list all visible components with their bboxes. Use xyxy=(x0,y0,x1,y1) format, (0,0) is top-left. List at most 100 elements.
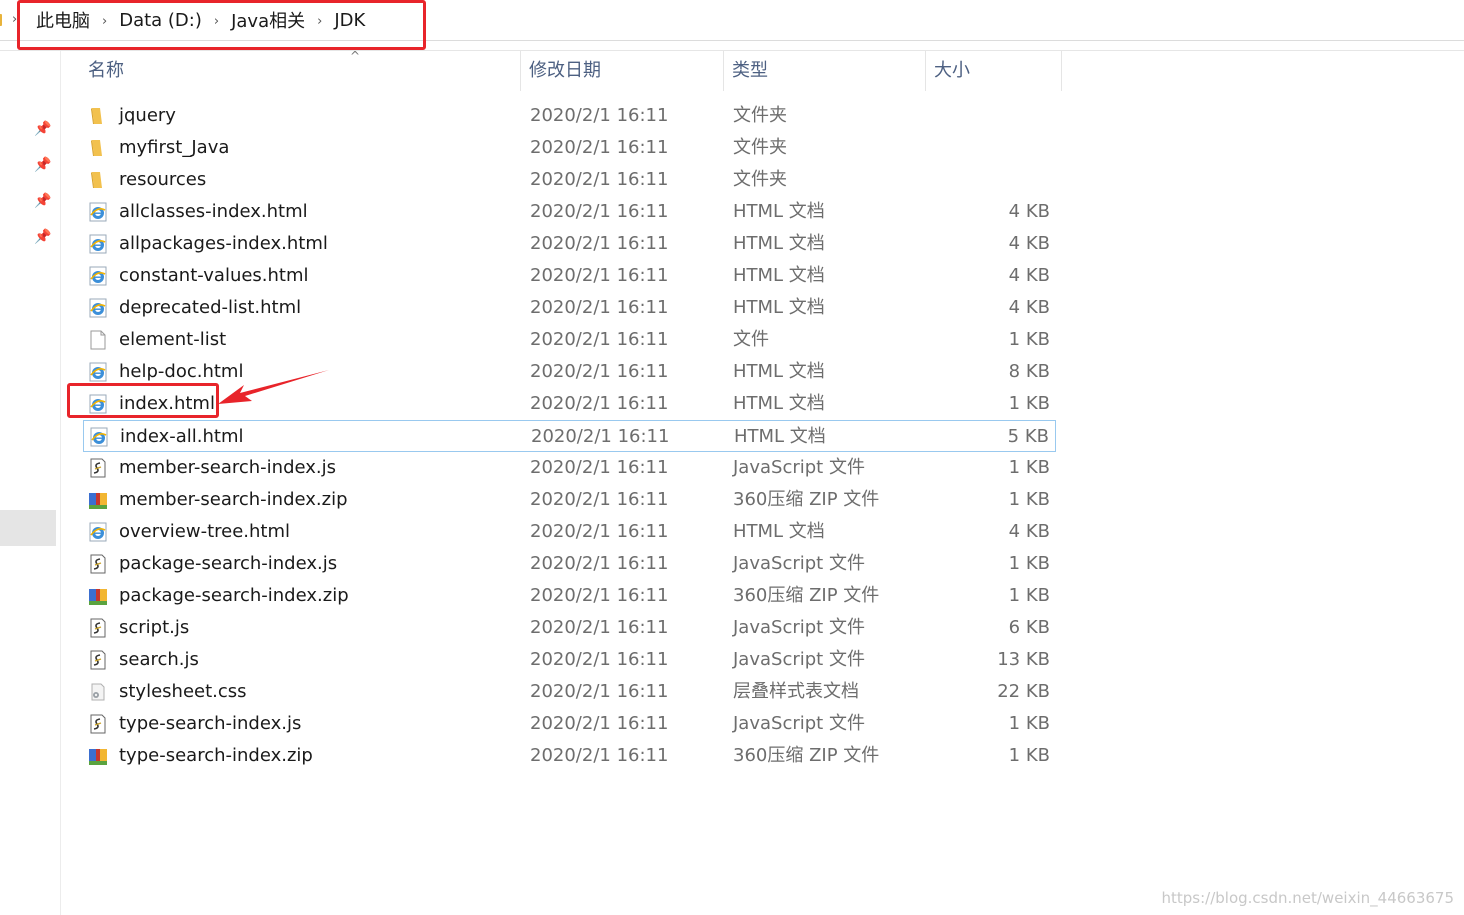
zip-file-icon xyxy=(88,586,108,606)
file-type: HTML 文档 xyxy=(733,265,825,286)
html-file-icon xyxy=(88,362,108,382)
file-name: script.js xyxy=(119,617,190,638)
html-file-icon xyxy=(89,427,109,447)
file-row[interactable]: allclasses-index.html 2020/2/1 16:11 HTML … xyxy=(83,196,1056,228)
file-name: type-search-index.zip xyxy=(119,745,313,766)
html-file-icon xyxy=(88,266,108,286)
file-modified-date: 2020/2/1 16:11 xyxy=(530,105,669,126)
file-name: member-search-index.zip xyxy=(119,489,348,510)
file-row[interactable]: resources 2020/2/1 16:11 文件夹 xyxy=(83,164,1056,196)
file-row[interactable]: index.html 2020/2/1 16:11 HTML 文档 1 KB xyxy=(83,388,1056,420)
file-size: 4 KB xyxy=(1008,265,1050,286)
navigation-pane[interactable]: 📌 📌 📌 📌 xyxy=(0,51,61,915)
file-modified-date: 2020/2/1 16:11 xyxy=(530,201,669,222)
file-type: HTML 文档 xyxy=(733,393,825,414)
file-type: JavaScript 文件 xyxy=(733,713,865,734)
file-row[interactable]: member-search-index.zip 2020/2/1 16:11 360… xyxy=(83,484,1056,516)
file-row[interactable]: help-doc.html 2020/2/1 16:11 HTML 文档 8 KB xyxy=(83,356,1056,388)
file-type: HTML 文档 xyxy=(734,426,826,447)
html-file-icon xyxy=(88,394,108,414)
file-size: 22 KB xyxy=(997,681,1050,702)
breadcrumb-item-this-pc[interactable]: 此电脑 xyxy=(32,7,94,33)
column-header-name[interactable]: 名称 xyxy=(80,51,521,91)
pin-icon[interactable]: 📌 xyxy=(34,157,52,175)
file-row[interactable]: index-all.html 2020/2/1 16:11 HTML 文档 5 KB xyxy=(83,420,1056,452)
script-file-icon xyxy=(88,650,108,670)
breadcrumb-item-drive[interactable]: Data (D:) xyxy=(115,10,206,31)
file-row[interactable]: allpackages-index.html 2020/2/1 16:11 HTML… xyxy=(83,228,1056,260)
file-modified-date: 2020/2/1 16:11 xyxy=(530,457,669,478)
file-row[interactable]: constant-values.html 2020/2/1 16:11 HTML 文… xyxy=(83,260,1056,292)
file-modified-date: 2020/2/1 16:11 xyxy=(530,329,669,350)
breadcrumb-root[interactable]: › xyxy=(0,0,18,40)
file-name: package-search-index.zip xyxy=(119,585,349,606)
file-size: 1 KB xyxy=(1008,745,1050,766)
chevron-right-icon: › xyxy=(12,12,18,27)
file-type: 360压缩 ZIP 文件 xyxy=(733,489,880,510)
file-size: 4 KB xyxy=(1008,297,1050,318)
file-name: search.js xyxy=(119,649,199,670)
file-modified-date: 2020/2/1 16:11 xyxy=(530,137,669,158)
file-size: 4 KB xyxy=(1008,201,1050,222)
file-size: 6 KB xyxy=(1008,617,1050,638)
breadcrumb-item-jdk[interactable]: JDK xyxy=(330,10,369,31)
file-modified-date: 2020/2/1 16:11 xyxy=(530,649,669,670)
file-modified-date: 2020/2/1 16:11 xyxy=(530,169,669,190)
file-type: 文件夹 xyxy=(733,105,787,126)
file-size: 13 KB xyxy=(997,649,1050,670)
pin-icon[interactable]: 📌 xyxy=(34,193,52,211)
html-file-icon xyxy=(88,202,108,222)
file-name: overview-tree.html xyxy=(119,521,291,542)
pin-icon[interactable]: 📌 xyxy=(34,229,52,247)
file-row[interactable]: stylesheet.css 2020/2/1 16:11 层叠样式表文档 22 KB xyxy=(83,676,1056,708)
file-row[interactable]: search.js 2020/2/1 16:11 JavaScript 文件 13 K… xyxy=(83,644,1056,676)
file-row[interactable]: member-search-index.js 2020/2/1 16:11 Java… xyxy=(83,452,1056,484)
file-type: JavaScript 文件 xyxy=(733,649,865,670)
file-size: 4 KB xyxy=(1008,233,1050,254)
folder-icon xyxy=(0,14,2,26)
file-name: resources xyxy=(119,169,207,190)
file-modified-date: 2020/2/1 16:11 xyxy=(530,617,669,638)
file-name: constant-values.html xyxy=(119,265,309,286)
html-file-icon xyxy=(88,522,108,542)
file-row[interactable]: overview-tree.html 2020/2/1 16:11 HTML 文档 4… xyxy=(83,516,1056,548)
chevron-right-icon[interactable]: › xyxy=(206,14,227,29)
file-modified-date: 2020/2/1 16:11 xyxy=(530,233,669,254)
file-row[interactable]: package-search-index.zip 2020/2/1 16:11 36… xyxy=(83,580,1056,612)
file-size: 1 KB xyxy=(1008,585,1050,606)
file-modified-date: 2020/2/1 16:11 xyxy=(530,297,669,318)
column-header-type[interactable]: 类型 xyxy=(724,51,926,91)
nav-selected-item[interactable] xyxy=(0,510,56,546)
file-modified-date: 2020/2/1 16:11 xyxy=(530,521,669,542)
file-row[interactable]: script.js 2020/2/1 16:11 JavaScript 文件 6 KB xyxy=(83,612,1056,644)
file-size: 1 KB xyxy=(1008,489,1050,510)
file-row[interactable]: deprecated-list.html 2020/2/1 16:11 HTML 文… xyxy=(83,292,1056,324)
column-header-size[interactable]: 大小 xyxy=(926,51,1062,91)
script-file-icon xyxy=(88,618,108,638)
address-bar[interactable]: › 此电脑 › Data (D:) › Java相关 › JDK xyxy=(0,0,1464,41)
file-type: JavaScript 文件 xyxy=(733,553,865,574)
file-name: deprecated-list.html xyxy=(119,297,302,318)
file-type: HTML 文档 xyxy=(733,233,825,254)
file-row[interactable]: jquery 2020/2/1 16:11 文件夹 xyxy=(83,100,1056,132)
file-row[interactable]: element-list 2020/2/1 16:11 文件 1 KB xyxy=(83,324,1056,356)
script-file-icon xyxy=(88,714,108,734)
file-type: JavaScript 文件 xyxy=(733,617,865,638)
file-row[interactable]: myfirst_Java 2020/2/1 16:11 文件夹 xyxy=(83,132,1056,164)
file-type: 360压缩 ZIP 文件 xyxy=(733,585,880,606)
file-size: 1 KB xyxy=(1008,329,1050,350)
breadcrumb-item-java[interactable]: Java相关 xyxy=(227,7,309,33)
pin-icon[interactable]: 📌 xyxy=(34,121,52,139)
file-row[interactable]: type-search-index.js 2020/2/1 16:11 JavaSc… xyxy=(83,708,1056,740)
file-name: index-all.html xyxy=(120,426,244,447)
toolbar-gap xyxy=(0,41,1464,51)
file-name: allclasses-index.html xyxy=(119,201,308,222)
file-row[interactable]: type-search-index.zip 2020/2/1 16:11 360压缩… xyxy=(83,740,1056,772)
chevron-right-icon[interactable]: › xyxy=(94,14,115,29)
file-type: HTML 文档 xyxy=(733,297,825,318)
column-header-date[interactable]: 修改日期 xyxy=(521,51,724,91)
file-name: member-search-index.js xyxy=(119,457,337,478)
chevron-right-icon[interactable]: › xyxy=(309,14,330,29)
file-row[interactable]: package-search-index.js 2020/2/1 16:11 Jav… xyxy=(83,548,1056,580)
file-name: index.html xyxy=(119,393,215,414)
